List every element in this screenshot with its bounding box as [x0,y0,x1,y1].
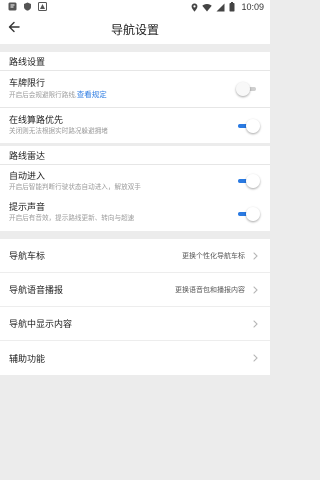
nav-item-label: 辅助功能 [9,353,46,364]
notification-icon [8,2,17,13]
plate-limit-title: 车牌限行 [9,78,46,88]
section-header-route-settings: 路线设置 [0,52,270,71]
nav-item-voice[interactable]: 导航语音播报 更换语音包和播报内容 [0,273,270,307]
nav-item-label: 导航语音播报 [9,285,64,295]
page-title: 导航设置 [110,22,159,37]
nav-item-display-content[interactable]: 导航中显示内容 [0,307,270,341]
auto-enter-desc: 开启后智能判断行驶状态自动进入，解放双手 [9,184,141,191]
route-radar-section: 路线雷达 自动进入 开启后智能判断行驶状态自动进入，解放双手 提示声音 开启后有… [0,146,270,231]
notification-icons [8,1,47,13]
signal-icon [216,3,225,12]
back-arrow-icon [8,20,20,38]
auto-enter-row: 自动进入 开启后智能判断行驶状态自动进入，解放双手 [0,165,270,197]
auto-enter-toggle[interactable] [236,174,260,188]
chevron-right-icon [253,315,258,333]
plate-limit-desc-text: 开启后会规避限行路线, [9,92,77,99]
back-button[interactable] [4,19,24,39]
title-bar: 导航设置 [0,14,270,44]
nav-item-car-icon[interactable]: 导航车标 更换个性化导航车标 [0,239,270,273]
toggle-knob [246,118,260,133]
battery-icon [229,2,235,12]
toggle-knob [236,82,250,96]
sound-row: 提示声音 开启后有音效，提示路线更新、转向与超速 [0,197,270,231]
chevron-right-icon [253,281,258,299]
shield-icon [23,2,32,13]
status-bar: 10:09 [0,0,270,14]
realtime-priority-row: 在线算路优先 关闭则无法根据实时路况躲避拥堵 [0,108,270,143]
chevron-right-icon [253,247,258,265]
nav-item-value: 更换语音包和播报内容 [175,286,245,294]
section-header-route-radar: 路线雷达 [0,146,270,165]
nav-item-value: 更换个性化导航车标 [182,252,245,260]
route-settings-section: 路线设置 车牌限行 开启后会规避限行路线,查看规定 在线算路优先 关闭则无法根据… [0,52,270,143]
app-notification-icon [38,1,47,13]
toggle-knob [246,207,260,221]
view-rules-link[interactable]: 查看规定 [77,90,107,99]
sound-toggle[interactable] [236,207,260,221]
auto-enter-title: 自动进入 [9,171,46,181]
plate-limit-toggle[interactable] [236,82,260,96]
realtime-priority-desc: 关闭则无法根据实时路况躲避拥堵 [9,128,108,135]
plate-limit-desc: 开启后会规避限行路线,查看规定 [9,90,261,101]
sound-desc: 开启后有音效，提示路线更新、转向与超速 [9,215,135,222]
wifi-icon [202,3,213,12]
status-time: 10:09 [241,2,264,12]
toggle-knob [246,174,260,188]
realtime-priority-title: 在线算路优先 [9,115,64,125]
location-icon [191,3,198,12]
sound-title: 提示声音 [9,202,46,212]
realtime-priority-toggle[interactable] [236,118,260,133]
nav-item-accessibility[interactable]: 辅助功能 [0,341,270,375]
plate-limit-row: 车牌限行 开启后会规避限行路线,查看规定 [0,71,270,108]
navigation-items: 导航车标 更换个性化导航车标 导航语音播报 更换语音包和播报内容 导航中显示内容… [0,239,270,375]
nav-item-label: 导航车标 [9,251,46,261]
nav-item-label: 导航中显示内容 [9,319,73,329]
chevron-right-icon [253,349,258,367]
